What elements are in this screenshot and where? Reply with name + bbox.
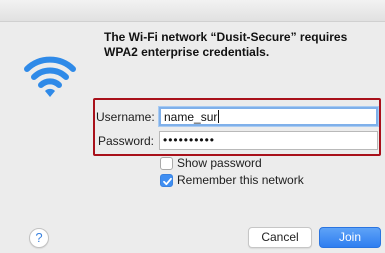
window-titlebar[interactable] bbox=[0, 0, 385, 22]
text-caret bbox=[218, 110, 220, 123]
cancel-button[interactable]: Cancel bbox=[248, 227, 312, 248]
help-button[interactable]: ? bbox=[29, 228, 49, 248]
password-field[interactable]: •••••••••• bbox=[159, 131, 378, 150]
username-label: Username: bbox=[96, 110, 155, 124]
username-row: Username: name_sur bbox=[0, 107, 378, 127]
password-label: Password: bbox=[97, 134, 154, 148]
checkmark-icon bbox=[163, 177, 172, 186]
show-password-checkbox[interactable] bbox=[160, 157, 173, 170]
wifi-icon bbox=[24, 56, 76, 97]
username-field[interactable]: name_sur bbox=[159, 107, 378, 126]
remember-network-label[interactable]: Remember this network bbox=[177, 173, 304, 187]
join-button[interactable]: Join bbox=[319, 227, 381, 248]
username-value: name_sur bbox=[164, 110, 218, 124]
show-password-label[interactable]: Show password bbox=[177, 156, 262, 170]
remember-network-checkbox[interactable] bbox=[160, 174, 173, 187]
help-icon: ? bbox=[35, 230, 43, 245]
password-row: Password: •••••••••• bbox=[0, 131, 378, 151]
dialog-message: The Wi-Fi network “Dusit-Secure” require… bbox=[104, 30, 348, 59]
